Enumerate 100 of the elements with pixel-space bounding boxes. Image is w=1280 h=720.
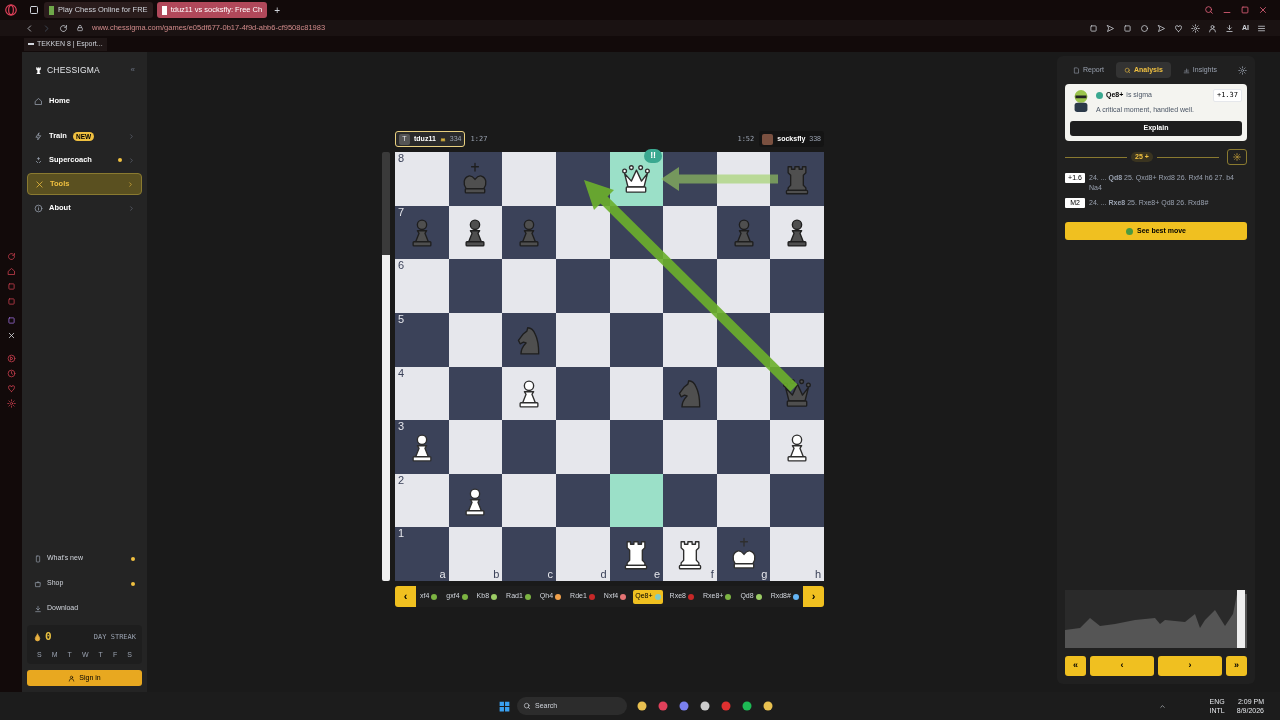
- rank-label: 4: [398, 367, 405, 379]
- back-icon[interactable]: [25, 23, 34, 33]
- board-square[interactable]: [716, 420, 771, 474]
- board-square[interactable]: [555, 473, 610, 528]
- board-square[interactable]: f: [663, 527, 717, 581]
- board-square[interactable]: [716, 366, 771, 421]
- document-icon: [1073, 66, 1080, 74]
- board-square[interactable]: [609, 420, 664, 474]
- board-square[interactable]: 1 a: [395, 527, 449, 581]
- board-square[interactable]: d: [555, 527, 610, 581]
- board-square[interactable]: 2: [395, 473, 449, 528]
- engine-settings-button[interactable]: [1227, 149, 1247, 165]
- history-icon[interactable]: [6, 369, 16, 378]
- house-icon: [34, 96, 43, 106]
- board-square[interactable]: [716, 152, 771, 206]
- board-square[interactable]: 6: [395, 259, 449, 313]
- user-icon: [68, 674, 76, 682]
- rank-label: 3: [398, 421, 405, 433]
- rank-label: 2: [398, 474, 405, 486]
- board-square[interactable]: [448, 259, 503, 313]
- previous-button[interactable]: ‹: [1090, 656, 1154, 676]
- bar-chart-icon: [1182, 66, 1190, 74]
- board-square[interactable]: [663, 473, 717, 528]
- board-square[interactable]: [502, 473, 556, 528]
- windows-start-icon[interactable]: [498, 699, 511, 713]
- board-square[interactable]: [448, 152, 503, 206]
- board-square[interactable]: 3: [395, 420, 449, 474]
- last-move-button[interactable]: »: [1226, 656, 1247, 676]
- profile-icon[interactable]: [1208, 23, 1217, 33]
- restore-icon[interactable]: [1240, 5, 1250, 15]
- next-button[interactable]: ›: [1158, 656, 1222, 676]
- board-square[interactable]: [448, 420, 503, 474]
- previous-move-button[interactable]: ‹: [395, 586, 416, 607]
- board-square[interactable]: [716, 473, 771, 528]
- player-icon[interactable]: [6, 354, 16, 363]
- board-square[interactable]: [555, 205, 610, 260]
- board-square[interactable]: [448, 205, 503, 260]
- board-square[interactable]: [555, 366, 610, 421]
- bag-icon: [34, 579, 42, 588]
- lock-icon: [76, 24, 84, 32]
- board-square[interactable]: [663, 366, 717, 421]
- board-square[interactable]: [663, 205, 717, 260]
- phone-icon: [34, 554, 42, 563]
- close-icon[interactable]: [1258, 5, 1268, 15]
- chevron-up-icon[interactable]: [1158, 702, 1166, 710]
- board-square[interactable]: g: [716, 527, 771, 581]
- board-square[interactable]: b: [448, 527, 503, 581]
- board-square[interactable]: [716, 205, 771, 260]
- board-square[interactable]: [609, 366, 664, 421]
- board-square[interactable]: 7: [395, 205, 449, 260]
- board-square[interactable]: c: [502, 527, 556, 581]
- file-label: f: [710, 569, 714, 580]
- board-square[interactable]: [448, 473, 503, 528]
- house-icon[interactable]: [6, 267, 16, 276]
- board-square[interactable]: h: [770, 527, 824, 581]
- file-label: c: [547, 569, 553, 580]
- board-square[interactable]: [609, 473, 664, 528]
- tools-icon: [35, 179, 44, 189]
- file-label: a: [439, 569, 446, 580]
- board-square[interactable]: [609, 259, 664, 313]
- board-square[interactable]: e: [609, 527, 664, 581]
- send-icon[interactable]: [1157, 23, 1166, 33]
- next-move-button[interactable]: ›: [803, 586, 824, 607]
- sparkle-icon: [34, 155, 43, 165]
- search-icon[interactable]: [1204, 5, 1214, 15]
- board-square[interactable]: 8: [395, 152, 449, 206]
- file-label: e: [654, 569, 661, 580]
- board-square[interactable]: 5: [395, 312, 449, 367]
- first-move-button[interactable]: «: [1065, 656, 1086, 676]
- board-square[interactable]: [770, 205, 824, 260]
- search-icon: [523, 702, 531, 710]
- brilliant-badge: !!: [644, 149, 663, 163]
- workspace-icon[interactable]: [28, 4, 40, 16]
- board-square[interactable]: [609, 312, 664, 367]
- drop-icon: [33, 631, 42, 643]
- x-logo-icon[interactable]: [6, 331, 16, 340]
- rank-label: 5: [398, 313, 405, 325]
- board-square[interactable]: [716, 259, 771, 313]
- settings-icon[interactable]: [1238, 65, 1247, 75]
- file-label: g: [761, 569, 768, 580]
- new-tab-button[interactable]: +: [271, 2, 284, 18]
- settings-icon[interactable]: [6, 399, 16, 408]
- board-square[interactable]: [502, 366, 556, 421]
- download-icon[interactable]: [1225, 23, 1234, 33]
- reload-icon[interactable]: [59, 23, 68, 33]
- search-icon: [1124, 66, 1131, 74]
- board-square[interactable]: [448, 366, 503, 421]
- board-square[interactable]: [448, 312, 503, 367]
- board-square[interactable]: [502, 205, 556, 260]
- board-square[interactable]: [555, 312, 610, 367]
- browser-logo-icon[interactable]: [4, 3, 18, 17]
- board-square[interactable]: [770, 473, 824, 528]
- board-square[interactable]: 4: [395, 366, 449, 421]
- rank-label: 6: [398, 260, 405, 272]
- rank-label: 7: [398, 206, 405, 218]
- file-label: d: [600, 569, 607, 580]
- menu-icon[interactable]: [1257, 23, 1266, 33]
- board-square[interactable]: [770, 420, 824, 474]
- info-icon: [34, 203, 43, 213]
- file-label: b: [493, 569, 500, 580]
